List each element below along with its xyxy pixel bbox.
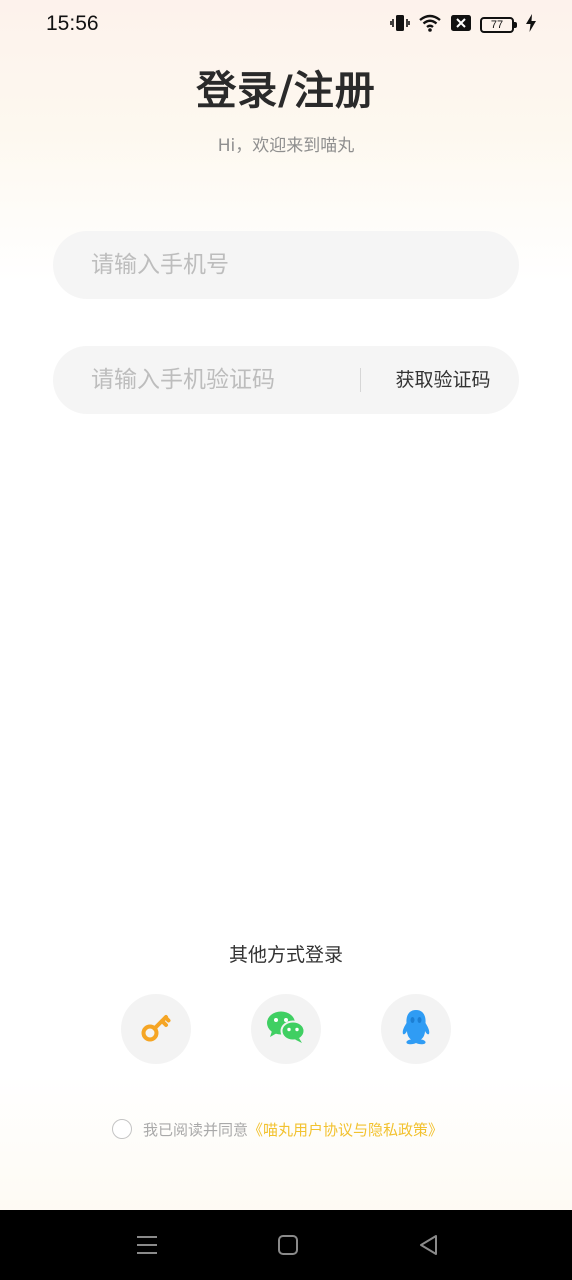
charging-icon [526,14,536,36]
field-divider [360,368,361,392]
battery-icon: 77 [480,17,517,33]
home-icon[interactable] [275,1232,301,1258]
code-field: 获取验证码 [53,346,519,414]
wechat-icon [265,1009,307,1049]
no-sim-icon [450,13,472,37]
status-bar: 15:56 77 [0,0,572,50]
wifi-icon [418,13,442,37]
login-screen: 15:56 77 登录/注册 Hi，欢迎来到喵丸 请输入手机号 请输入手机验证码… [0,0,572,1280]
navigation-bar [0,1210,572,1280]
back-icon[interactable] [416,1232,442,1258]
key-icon [139,1010,173,1048]
status-icons: 77 [390,14,536,36]
phone-input[interactable] [91,231,491,299]
verification-code-input[interactable] [91,346,351,414]
agree-checkbox[interactable] [112,1119,132,1139]
qq-login-button[interactable] [381,994,451,1064]
wechat-login-button[interactable] [251,994,321,1064]
page-title: 登录/注册 [196,68,376,114]
vibrate-icon [390,13,410,37]
menu-icon[interactable] [134,1232,160,1258]
qq-icon [400,1008,432,1050]
agreement-text: 我已阅读并同意 [143,1120,249,1139]
get-code-button[interactable]: 获取验证码 [373,346,513,414]
phone-field [53,231,519,299]
welcome-subtitle: Hi，欢迎来到喵丸 [217,136,355,156]
agreement-link[interactable]: 《喵丸用户协议与隐私政策》 [248,1119,443,1140]
status-time: 15:56 [46,12,99,35]
agreement: 我已阅读并同意 《喵丸用户协议与隐私政策》 [112,1118,443,1140]
other-login-title: 其他方式登录 [228,944,343,966]
password-login-button[interactable] [121,994,191,1064]
